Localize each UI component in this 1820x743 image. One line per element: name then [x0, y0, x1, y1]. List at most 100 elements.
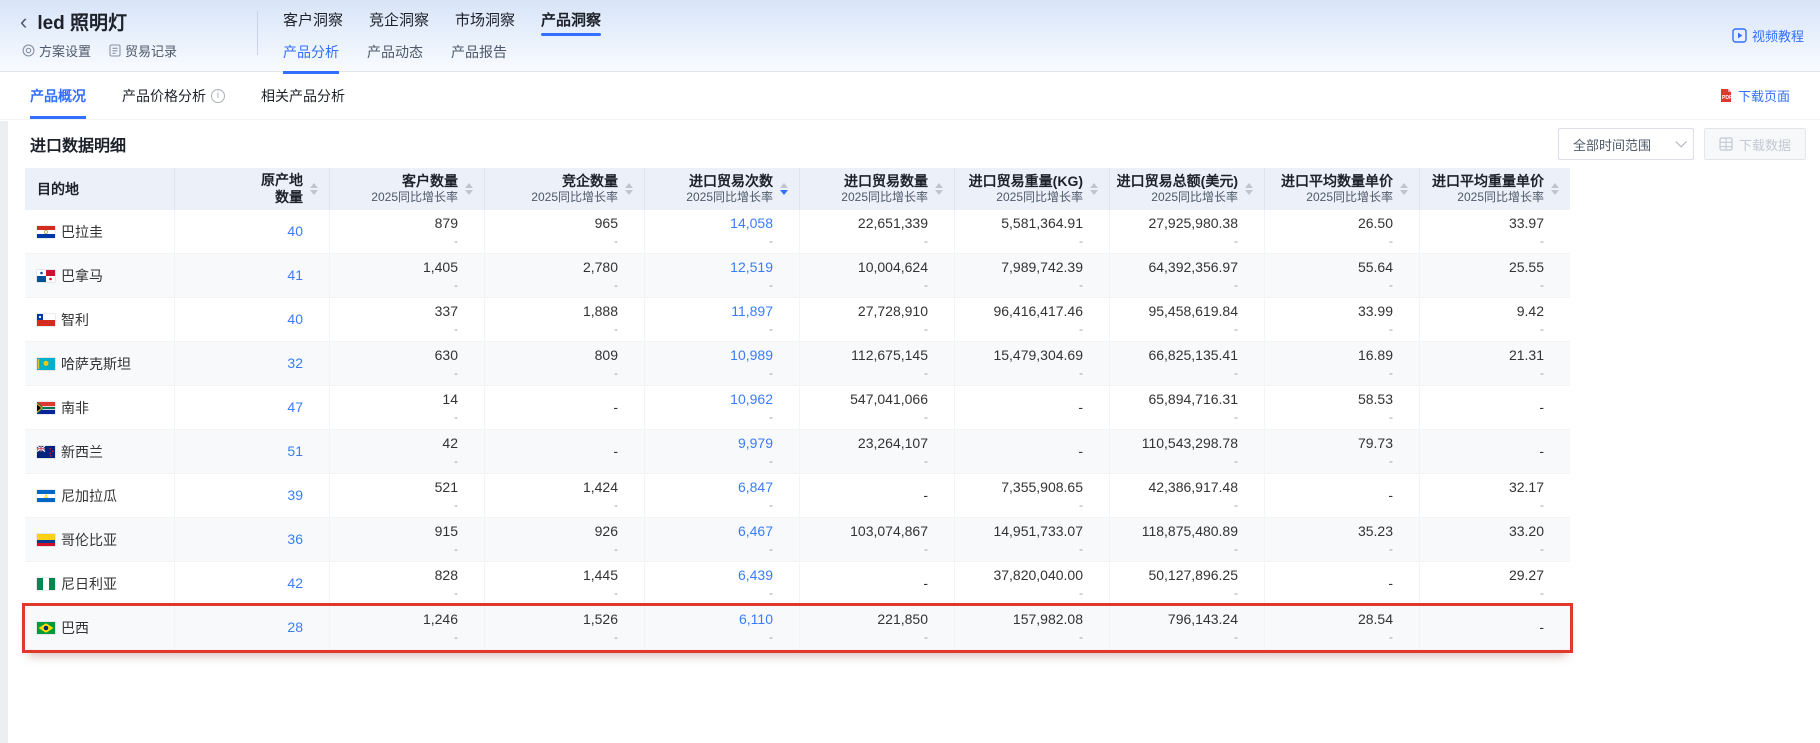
column-header-import-trade-weight[interactable]: 进口贸易重量(KG)2025同比增长率 [955, 168, 1110, 210]
back-icon[interactable]: ‹ [20, 10, 27, 34]
cell-value: 337 [435, 302, 458, 321]
origin-count-link[interactable]: 40 [287, 310, 303, 329]
cell-import-trade-qty: 221,850- [800, 606, 955, 649]
cell-value: 809 [595, 346, 618, 365]
main-tab-product-insight[interactable]: 产品洞察 [541, 9, 601, 36]
cell-value[interactable]: 11,897 [731, 302, 773, 321]
target-icon [22, 44, 35, 57]
section-title: 进口数据明细 [30, 132, 126, 156]
table-row-paraguay: 巴拉圭40879-965-14,058-22,651,339-5,581,364… [25, 210, 1570, 254]
cell-avg-weight-price: 33.20- [1420, 518, 1570, 561]
sort-carets-icon[interactable] [625, 183, 633, 195]
sort-carets-icon[interactable] [1090, 183, 1098, 195]
cell-avg-qty-price: 58.53- [1265, 386, 1420, 429]
country-name: 巴西 [61, 618, 89, 638]
main-tab-competitor-insight[interactable]: 竞企洞察 [369, 9, 429, 36]
cell-value: 7,355,908.65 [1001, 478, 1083, 497]
cell-value: 79.73 [1358, 434, 1393, 453]
cell-value[interactable]: 10,962 [730, 390, 773, 409]
video-tutorial-link[interactable]: 视频教程 [1732, 26, 1804, 45]
sort-carets-icon[interactable] [465, 183, 473, 195]
cell-value: 42 [442, 434, 458, 453]
origin-count-link[interactable]: 36 [287, 530, 303, 549]
cell-value[interactable]: 6,439 [738, 566, 773, 585]
country-name: 尼日利亚 [61, 574, 117, 594]
trade-records-link[interactable]: 贸易记录 [109, 41, 177, 60]
download-page-link[interactable]: PDF 下载页面 [1719, 72, 1790, 119]
cell-value: 1,246 [423, 610, 458, 629]
column-header-avg-weight-price[interactable]: 进口平均重量单价2025同比增长率 [1420, 168, 1570, 210]
cell-value: 96,416,417.46 [993, 302, 1083, 321]
column-header-import-trade-qty[interactable]: 进口贸易数量2025同比增长率 [800, 168, 955, 210]
plan-settings-link[interactable]: 方案设置 [22, 41, 91, 60]
origin-count-link[interactable]: 32 [287, 354, 303, 373]
cell-growth: - [769, 629, 773, 645]
sort-desc-icon [1245, 190, 1253, 195]
sub-tab-product-report[interactable]: 产品报告 [451, 42, 507, 62]
cell-import-trade-amount: 110,543,298.78- [1110, 430, 1265, 473]
cell-value[interactable]: 14,058 [730, 214, 773, 233]
cell-value: 55.64 [1358, 258, 1393, 277]
cell-value: 879 [435, 214, 458, 233]
cell-value[interactable]: 6,847 [738, 478, 773, 497]
origin-count-link[interactable]: 41 [287, 266, 303, 285]
cell-value[interactable]: 6,467 [738, 522, 773, 541]
sort-carets-icon[interactable] [1551, 183, 1559, 195]
cell-growth: - [769, 453, 773, 469]
column-header-customer-count[interactable]: 客户数量2025同比增长率 [330, 168, 485, 210]
cell-value: 21.31 [1509, 346, 1544, 365]
sort-carets-icon[interactable] [1400, 183, 1408, 195]
sort-carets-icon[interactable] [310, 183, 318, 195]
info-icon[interactable]: i [211, 89, 225, 103]
cell-avg-weight-price: 21.31- [1420, 342, 1570, 385]
cell-avg-qty-price: - [1265, 562, 1420, 605]
sort-carets-icon[interactable] [1245, 183, 1253, 195]
cell-value[interactable]: 10,989 [730, 346, 773, 365]
cell-value: 1,526 [583, 610, 618, 629]
cell-value: 28.54 [1358, 610, 1393, 629]
nav2-tab-product-overview[interactable]: 产品概况 [30, 72, 86, 119]
sort-asc-icon [1090, 183, 1098, 188]
column-label: 进口贸易重量(KG) [969, 173, 1083, 190]
sort-carets-icon[interactable] [935, 183, 943, 195]
trade-records-label: 贸易记录 [125, 41, 177, 60]
main-tab-customer-insight[interactable]: 客户洞察 [283, 9, 343, 36]
nav2-tab-product-price-analysis[interactable]: 产品价格分析i [122, 72, 225, 119]
column-header-origin-count[interactable]: 原产地数量 [175, 168, 330, 210]
origin-count-link[interactable]: 47 [287, 398, 303, 417]
sub-tab-product-analysis[interactable]: 产品分析 [283, 42, 339, 62]
cell-growth: - [454, 277, 458, 293]
origin-count-link[interactable]: 39 [287, 486, 303, 505]
cell-origin-count: 41 [175, 254, 330, 297]
column-header-import-trade-amount[interactable]: 进口贸易总额(美元)2025同比增长率 [1110, 168, 1265, 210]
top-header: ‹ led 照明灯 方案设置 贸易记录 客户洞察竞企洞察市场洞察产品洞察 产品分… [0, 0, 1820, 72]
origin-count-link[interactable]: 51 [287, 442, 303, 461]
cell-value[interactable]: 9,979 [738, 434, 773, 453]
column-header-import-trade-times[interactable]: 进口贸易次数2025同比增长率 [645, 168, 800, 210]
cell-avg-qty-price: 33.99- [1265, 298, 1420, 341]
origin-count-link[interactable]: 42 [287, 574, 303, 593]
column-header-competitor-count[interactable]: 竞企数量2025同比增长率 [485, 168, 645, 210]
cell-value[interactable]: 12,519 [730, 258, 773, 277]
cell-competitor-count: - [485, 430, 645, 473]
nav2-tab-related-product-analysis[interactable]: 相关产品分析 [261, 72, 345, 119]
table-row-new-zealand: 新西兰5142--9,979-23,264,107--110,543,298.7… [25, 430, 1570, 474]
download-data-button[interactable]: 下载数据 [1704, 128, 1806, 160]
table-body: 巴拉圭40879-965-14,058-22,651,339-5,581,364… [25, 210, 1570, 650]
table-header-row: 目的地原产地数量客户数量2025同比增长率竞企数量2025同比增长率进口贸易次数… [25, 168, 1570, 210]
column-label: 进口平均数量单价 [1281, 173, 1393, 190]
main-tab-market-insight[interactable]: 市场洞察 [455, 9, 515, 36]
sub-tab-product-trends[interactable]: 产品动态 [367, 42, 423, 62]
sort-desc-icon [1551, 190, 1559, 195]
cell-growth: - [924, 277, 928, 293]
column-sublabel: 2025同比增长率 [1306, 190, 1393, 205]
cell-value: 35.23 [1358, 522, 1393, 541]
cell-value[interactable]: 6,110 [739, 610, 773, 629]
column-header-avg-qty-price[interactable]: 进口平均数量单价2025同比增长率 [1265, 168, 1420, 210]
cell-growth: - [769, 321, 773, 337]
time-range-select[interactable]: 全部时间范围 [1558, 128, 1694, 160]
origin-count-link[interactable]: 28 [287, 618, 303, 637]
cell-origin-count: 51 [175, 430, 330, 473]
sort-carets-icon[interactable] [780, 183, 788, 195]
origin-count-link[interactable]: 40 [287, 222, 303, 241]
